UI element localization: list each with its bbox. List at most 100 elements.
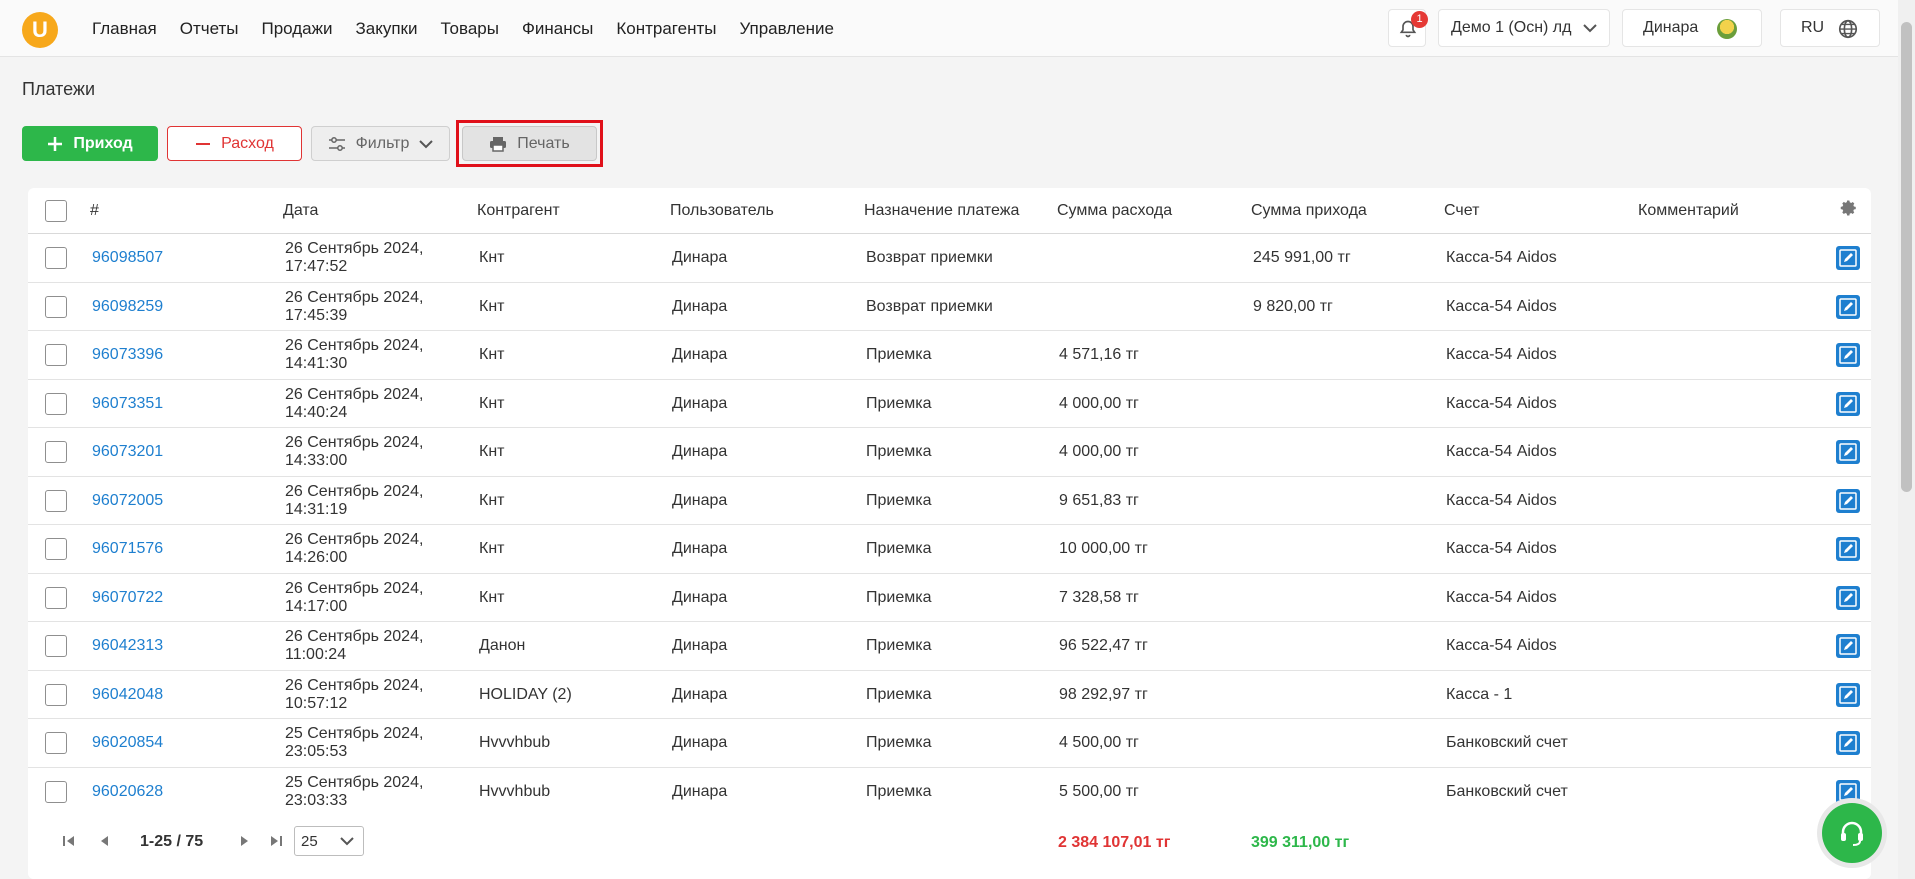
payment-date-day: 26 Сентябрь 2024, [285,676,424,694]
edit-button[interactable] [1836,585,1860,610]
table-row: 96020854 25 Сентябрь 2024, 23:05:53 Hvvvhbu… [28,719,1871,768]
cell-user: Динара [672,588,728,606]
col-purpose[interactable]: Назначение платежа [864,202,1019,220]
payment-date: 26 Сентябрь 2024, 14:33:00 [285,434,423,470]
payment-date: 26 Сентябрь 2024, 14:26:00 [285,531,423,567]
add-expense-button[interactable]: Расход [167,126,302,161]
add-income-button[interactable]: Приход [22,126,158,161]
payment-id-link[interactable]: 96073351 [92,395,163,413]
cell-account: Касса-54 Aidos [1446,588,1557,606]
nav-item-products[interactable]: Товары [440,19,498,39]
cell-purpose: Приемка [866,637,932,654]
company-select[interactable]: Демо 1 (Осн) лд [1438,9,1610,47]
filter-button[interactable]: Фильтр [311,126,450,161]
page-scrollbar[interactable] [1898,0,1915,879]
row-checkbox[interactable] [45,732,67,754]
row-checkbox[interactable] [45,489,67,512]
nav-item-sales[interactable]: Продажи [261,19,332,39]
payment-date: 26 Сентябрь 2024, 17:47:52 [285,240,423,276]
edit-button[interactable] [1836,294,1860,319]
edit-button[interactable] [1836,440,1860,464]
edit-button[interactable] [1836,537,1860,561]
row-checkbox[interactable] [45,295,67,318]
payment-id-link[interactable]: 96042313 [92,637,163,655]
edit-button[interactable] [1836,682,1860,707]
user-menu[interactable]: Динара [1622,9,1762,47]
first-page-icon[interactable] [62,834,76,848]
edit-button[interactable] [1836,391,1860,416]
nav-item-management[interactable]: Управление [739,19,834,39]
nav-item-finance[interactable]: Финансы [522,19,593,39]
sliders-icon [328,136,345,151]
row-checkbox[interactable] [45,344,67,366]
cell-counterparty: Кнт [479,443,505,460]
edit-button[interactable] [1836,246,1860,270]
row-checkbox[interactable] [45,538,67,560]
edit-button[interactable] [1836,779,1860,804]
col-income[interactable]: Сумма прихода [1251,202,1367,220]
col-comment[interactable]: Комментарий [1638,202,1739,220]
pencil-icon [1839,782,1857,801]
edit-button[interactable] [1836,343,1860,367]
pencil-icon [1839,249,1857,267]
print-button[interactable]: Печать [462,126,597,161]
col-counterparty[interactable]: Контрагент [477,202,560,220]
pagination-range: 1-25 / 75 [140,833,204,850]
select-all-checkbox[interactable] [45,200,67,222]
cell-expense: 96 522,47 тг [1059,637,1148,654]
chevron-down-icon [1583,24,1597,33]
payment-id-link[interactable]: 96020628 [92,783,163,801]
nav-item-purchases[interactable]: Закупки [355,19,417,39]
payment-id-link[interactable]: 96042048 [92,686,163,704]
cell-account: Касса-54 Aidos [1446,443,1557,460]
app-logo[interactable]: U [22,12,58,48]
nav-item-reports[interactable]: Отчеты [180,19,239,39]
next-page-icon[interactable] [237,834,251,848]
payment-id-link[interactable]: 96098507 [92,249,163,267]
scrollbar-thumb[interactable] [1901,22,1912,492]
col-user[interactable]: Пользователь [670,202,774,220]
company-name: Демо 1 (Осн) лд [1451,19,1572,36]
row-checkbox[interactable] [45,635,67,657]
language-select[interactable]: RU [1780,9,1880,47]
last-page-icon[interactable] [269,834,283,848]
edit-button[interactable] [1836,634,1860,658]
per-page-select[interactable]: 25 [294,826,364,856]
payment-id-link[interactable]: 96073396 [92,346,163,364]
row-checkbox[interactable] [45,247,67,269]
prev-page-icon[interactable] [98,834,112,848]
table-row: 96073201 26 Сентябрь 2024, 14:33:00 Кнт Дина… [28,428,1871,477]
row-checkbox[interactable] [45,683,67,706]
payment-id-link[interactable]: 96072005 [92,492,163,510]
payment-date-time: 14:26:00 [285,549,348,566]
col-date[interactable]: Дата [283,202,318,220]
support-chat-button[interactable] [1822,803,1882,863]
cell-user: Динара [672,297,728,315]
payment-id-link[interactable]: 96098259 [92,298,163,316]
col-number[interactable]: # [90,202,99,220]
table-footer: 1-25 / 75 25 2 384 107,01 тг 399 311,00 … [28,814,1871,879]
row-checkbox[interactable] [45,780,67,803]
table-row: 96072005 26 Сентябрь 2024, 14:31:19 Кнт Дина… [28,477,1871,525]
nav-item-counterparties[interactable]: Контрагенты [616,19,716,39]
col-account[interactable]: Счет [1444,202,1479,220]
gear-icon[interactable] [1840,199,1858,217]
row-checkbox[interactable] [45,586,67,609]
payment-date: 25 Сентябрь 2024, 23:05:53 [285,725,423,761]
payment-id-link[interactable]: 96070722 [92,589,163,607]
payment-id-link[interactable]: 96071576 [92,540,163,558]
row-checkbox[interactable] [45,392,67,415]
edit-button[interactable] [1836,731,1860,755]
payment-date-time: 17:47:52 [285,258,348,275]
total-expense: 2 384 107,01 тг [1058,834,1171,851]
payment-id-link[interactable]: 96073201 [92,443,163,461]
col-expense[interactable]: Сумма расхода [1057,202,1172,220]
edit-button[interactable] [1836,488,1860,513]
row-checkbox[interactable] [45,441,67,463]
payment-id-link[interactable]: 96020854 [92,734,163,752]
cell-expense: 4 571,16 тг [1059,346,1139,363]
nav-item-home[interactable]: Главная [92,19,157,39]
notifications-button[interactable]: 1 [1388,9,1428,47]
cell-purpose: Приемка [866,734,932,751]
payment-date-time: 14:31:19 [285,500,348,518]
